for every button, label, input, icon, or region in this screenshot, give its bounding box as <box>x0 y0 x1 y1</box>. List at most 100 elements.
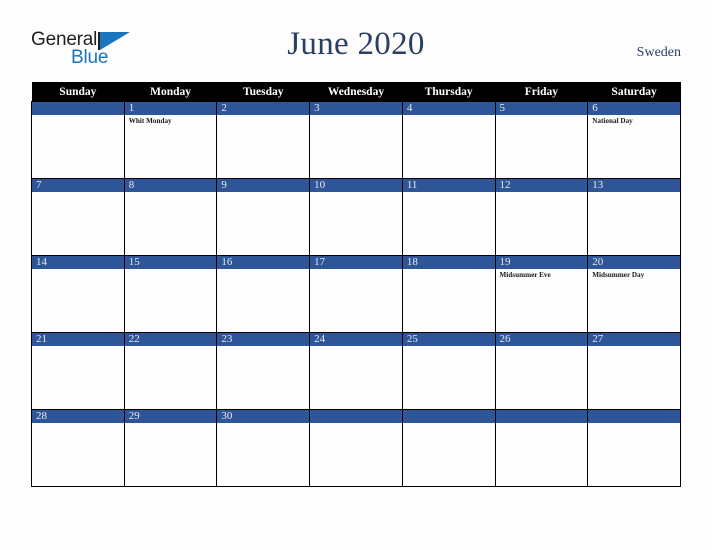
calendar-day-cell-8[interactable]: 8 <box>123 178 218 256</box>
day-cell-body <box>403 423 495 425</box>
day-cell-body <box>32 269 124 271</box>
calendar-day-cell-19[interactable]: 19 Midsummer Eve <box>494 255 589 333</box>
day-number: 21 <box>32 333 124 346</box>
day-cell-body <box>310 346 402 348</box>
calendar-day-cell-23[interactable]: 23 <box>216 332 311 410</box>
calendar-day-cell-9[interactable]: 9 <box>216 178 311 256</box>
calendar-empty-cell[interactable] <box>31 101 125 179</box>
day-number: 9 <box>217 179 310 192</box>
weekday-header-friday: Friday <box>495 82 588 102</box>
day-cell-body: Whit Monday <box>125 115 217 126</box>
calendar-day-cell-20[interactable]: 20 Midsummer Day <box>587 255 681 333</box>
calendar-week-row: 1 Whit Monday 2 3 4 5 6 National Day <box>31 101 681 179</box>
day-number <box>588 410 680 423</box>
day-number: 15 <box>124 256 217 269</box>
day-number <box>495 410 588 423</box>
day-cell-body <box>125 192 217 194</box>
calendar-body: 1 Whit Monday 2 3 4 5 6 National Day 7 8 9 10 11 12 13… <box>31 101 681 487</box>
day-number <box>402 410 495 423</box>
day-number: 30 <box>217 410 310 423</box>
calendar-week-row: 21 22 23 24 25 26 27 <box>31 332 681 410</box>
day-number: 17 <box>310 256 402 269</box>
day-number: 24 <box>310 333 402 346</box>
calendar-day-cell-16[interactable]: 16 <box>216 255 311 333</box>
day-cell-body <box>125 346 217 348</box>
calendar-empty-cell[interactable] <box>494 409 589 487</box>
calendar-day-cell-29[interactable]: 29 <box>123 409 218 487</box>
day-cell-body <box>496 423 588 425</box>
day-number: 20 <box>588 256 680 269</box>
day-cell-body: Midsummer Eve <box>496 269 588 280</box>
calendar-week-row: 28 29 30 <box>31 409 681 487</box>
day-cell-body: National Day <box>588 115 680 126</box>
day-cell-body <box>496 192 588 194</box>
day-cell-body <box>217 346 309 348</box>
day-number: 19 <box>495 256 588 269</box>
day-cell-body <box>403 269 495 271</box>
calendar-empty-cell[interactable] <box>309 409 403 487</box>
holiday-label: Whit Monday <box>128 117 172 125</box>
calendar-day-cell-26[interactable]: 26 <box>494 332 589 410</box>
day-number: 18 <box>402 256 495 269</box>
day-cell-body <box>310 115 402 117</box>
calendar-day-cell-1[interactable]: 1 Whit Monday <box>123 101 218 179</box>
day-number: 3 <box>310 102 402 115</box>
calendar-day-cell-15[interactable]: 15 <box>123 255 218 333</box>
page-header: General Blue June 2020 Sweden <box>0 0 712 78</box>
calendar-day-cell-22[interactable]: 22 <box>123 332 218 410</box>
calendar-day-cell-2[interactable]: 2 <box>216 101 311 179</box>
day-cell-body <box>32 346 124 348</box>
calendar-empty-cell[interactable] <box>401 409 496 487</box>
day-cell-body <box>310 269 402 271</box>
calendar-day-cell-18[interactable]: 18 <box>401 255 496 333</box>
day-cell-body <box>217 192 309 194</box>
weekday-header-saturday: Saturday <box>587 82 681 102</box>
calendar-day-cell-6[interactable]: 6 National Day <box>587 101 681 179</box>
day-number <box>310 410 402 423</box>
weekday-header-wednesday: Wednesday <box>309 82 403 102</box>
calendar-grid: Sunday Monday Tuesday Wednesday Thursday Frid… <box>31 82 681 487</box>
day-cell-body <box>403 192 495 194</box>
calendar-day-cell-21[interactable]: 21 <box>31 332 125 410</box>
calendar-day-cell-7[interactable]: 7 <box>31 178 125 256</box>
calendar-day-cell-17[interactable]: 17 <box>309 255 403 333</box>
calendar-day-cell-11[interactable]: 11 <box>401 178 496 256</box>
calendar-day-cell-12[interactable]: 12 <box>494 178 589 256</box>
calendar-day-cell-13[interactable]: 13 <box>587 178 681 256</box>
calendar-day-cell-5[interactable]: 5 <box>494 101 589 179</box>
day-cell-body <box>588 346 680 348</box>
holiday-label: Midsummer Day <box>592 271 645 279</box>
day-cell-body <box>403 346 495 348</box>
day-number: 28 <box>32 410 124 423</box>
day-number: 22 <box>124 333 217 346</box>
day-cell-body <box>496 115 588 117</box>
calendar-day-cell-3[interactable]: 3 <box>309 101 403 179</box>
calendar-day-cell-24[interactable]: 24 <box>309 332 403 410</box>
calendar-day-cell-10[interactable]: 10 <box>309 178 403 256</box>
calendar-day-cell-14[interactable]: 14 <box>31 255 125 333</box>
day-cell-body <box>217 423 309 425</box>
holiday-label: National Day <box>592 117 633 125</box>
day-cell-body <box>310 423 402 425</box>
calendar-day-cell-30[interactable]: 30 <box>216 409 311 487</box>
calendar-day-cell-27[interactable]: 27 <box>587 332 681 410</box>
day-cell-body <box>496 346 588 348</box>
day-number: 10 <box>310 179 402 192</box>
day-number: 2 <box>217 102 310 115</box>
day-number <box>32 102 124 115</box>
day-number: 23 <box>217 333 310 346</box>
holiday-label: Midsummer Eve <box>499 271 551 279</box>
weekday-header-row: Sunday Monday Tuesday Wednesday Thursday Frid… <box>31 82 681 102</box>
calendar-day-cell-4[interactable]: 4 <box>401 101 496 179</box>
calendar-day-cell-28[interactable]: 28 <box>31 409 125 487</box>
page-title: June 2020 <box>287 26 425 62</box>
day-number: 4 <box>402 102 495 115</box>
day-number: 29 <box>124 410 217 423</box>
day-cell-body: Midsummer Day <box>588 269 680 280</box>
day-number: 13 <box>588 179 680 192</box>
calendar-header-row: Sunday Monday Tuesday Wednesday Thursday Frid… <box>31 82 681 102</box>
day-cell-body <box>32 423 124 425</box>
day-number: 5 <box>495 102 588 115</box>
calendar-day-cell-25[interactable]: 25 <box>401 332 496 410</box>
calendar-empty-cell[interactable] <box>587 409 681 487</box>
